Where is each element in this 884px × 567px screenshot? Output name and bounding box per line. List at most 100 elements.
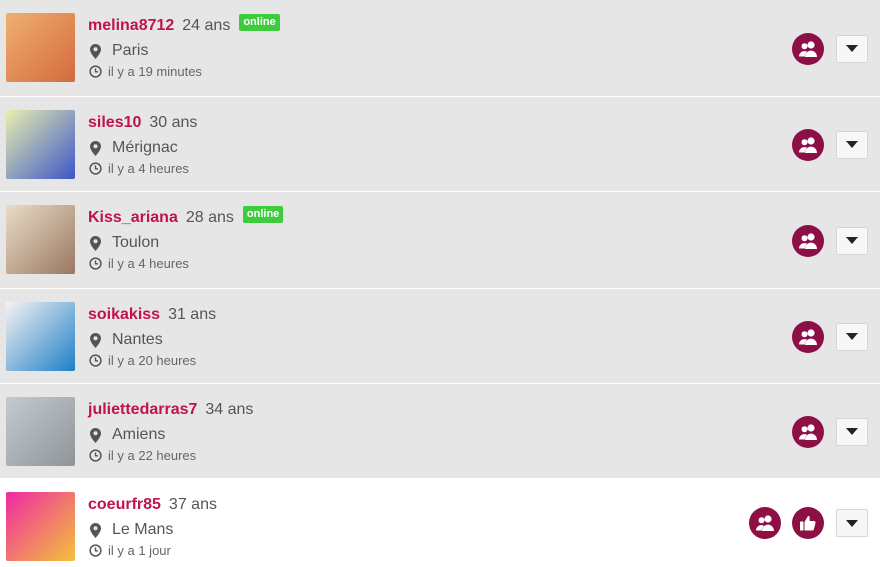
add-friend-button[interactable] bbox=[792, 415, 824, 448]
add-friend-button[interactable] bbox=[792, 128, 824, 161]
caret-down-icon bbox=[846, 45, 858, 52]
users-icon bbox=[798, 40, 818, 58]
member-age: 24 ans bbox=[182, 17, 231, 34]
member-location: Amiens bbox=[88, 424, 253, 446]
member-last-seen: il y a 4 heures bbox=[88, 254, 283, 272]
member-header: Kiss_ariana 28 ans online bbox=[88, 205, 284, 230]
member-last-seen: il y a 1 jour bbox=[88, 541, 217, 559]
caret-down-icon bbox=[846, 428, 858, 435]
member-city: Le Mans bbox=[112, 521, 174, 538]
member-avatar[interactable] bbox=[6, 205, 75, 274]
last-seen-text: il y a 4 heures bbox=[108, 255, 189, 271]
last-seen-text: il y a 20 heures bbox=[108, 352, 197, 368]
member-list: melina8712 24 ans online Paris il y a 19 min… bbox=[0, 0, 884, 567]
member-location: Toulon bbox=[88, 232, 283, 254]
users-icon bbox=[798, 423, 818, 441]
member-row[interactable]: soikakiss 31 ans Nantes il y a 20 heures bbox=[0, 289, 880, 384]
users-icon bbox=[798, 328, 818, 346]
username-link[interactable]: soikakiss bbox=[88, 306, 160, 324]
member-last-seen: il y a 22 heures bbox=[88, 446, 253, 464]
last-seen-text: il y a 19 minutes bbox=[108, 63, 202, 79]
last-seen-text: il y a 4 heures bbox=[108, 160, 189, 176]
member-menu-button[interactable] bbox=[836, 130, 868, 159]
caret-down-icon bbox=[846, 141, 858, 148]
thumbs-up-icon bbox=[799, 514, 817, 532]
member-info: siles10 30 ans Mérignac il y a 4 heures bbox=[88, 111, 197, 177]
member-city: Amiens bbox=[112, 426, 166, 443]
last-seen-text: il y a 22 heures bbox=[108, 447, 197, 463]
caret-down-icon bbox=[846, 237, 858, 244]
member-last-seen: il y a 4 heures bbox=[88, 159, 197, 177]
clock-icon bbox=[88, 64, 102, 78]
map-pin-icon bbox=[88, 140, 102, 156]
add-friend-button[interactable] bbox=[792, 224, 824, 257]
member-menu-button[interactable] bbox=[836, 322, 868, 351]
clock-icon bbox=[88, 448, 102, 462]
member-last-seen: il y a 19 minutes bbox=[88, 62, 280, 80]
username-link[interactable]: siles10 bbox=[88, 114, 141, 132]
member-info: soikakiss 31 ans Nantes il y a 20 heures bbox=[88, 303, 216, 369]
like-button[interactable] bbox=[792, 507, 824, 539]
caret-down-icon bbox=[846, 519, 858, 527]
online-badge: online bbox=[242, 205, 284, 223]
member-location: Nantes bbox=[88, 329, 216, 351]
member-info: juliettedarras7 34 ans Amiens il y a 22 heu… bbox=[88, 398, 253, 464]
member-avatar[interactable] bbox=[6, 13, 75, 82]
member-row[interactable]: juliettedarras7 34 ans Amiens il y a 22 heu… bbox=[0, 384, 880, 479]
member-city: Toulon bbox=[112, 234, 160, 251]
online-badge: online bbox=[239, 13, 280, 31]
member-menu-button[interactable] bbox=[836, 34, 868, 63]
map-pin-icon bbox=[88, 427, 102, 443]
clock-icon bbox=[88, 161, 102, 175]
member-menu-button[interactable] bbox=[836, 417, 868, 446]
member-menu-button[interactable] bbox=[836, 226, 868, 255]
member-menu-button[interactable] bbox=[836, 509, 868, 537]
clock-icon bbox=[88, 353, 102, 367]
map-pin-icon bbox=[88, 522, 102, 538]
username-link[interactable]: coeurfr85 bbox=[88, 496, 161, 514]
caret-down-icon bbox=[846, 333, 858, 340]
member-info: coeurfr85 37 ans Le Mans il y a 1 jour bbox=[88, 493, 217, 559]
users-icon bbox=[798, 136, 818, 154]
member-city: Mérignac bbox=[112, 139, 178, 156]
clock-icon bbox=[88, 543, 102, 557]
member-age: 31 ans bbox=[168, 306, 217, 323]
member-info: Kiss_ariana 28 ans online Toulon il y a 4 he… bbox=[88, 205, 284, 272]
member-last-seen: il y a 20 heures bbox=[88, 351, 216, 369]
member-header: siles10 30 ans bbox=[88, 111, 197, 135]
member-age: 37 ans bbox=[168, 496, 217, 513]
map-pin-icon bbox=[88, 43, 102, 59]
username-link[interactable]: juliettedarras7 bbox=[88, 401, 197, 419]
users-icon bbox=[798, 232, 818, 250]
member-age: 34 ans bbox=[205, 401, 254, 418]
member-city: Nantes bbox=[112, 331, 163, 348]
member-header: juliettedarras7 34 ans bbox=[88, 398, 253, 422]
users-icon bbox=[755, 514, 775, 532]
member-header: coeurfr85 37 ans bbox=[88, 493, 217, 517]
member-header: soikakiss 31 ans bbox=[88, 303, 216, 327]
member-info: melina8712 24 ans online Paris il y a 19 min… bbox=[88, 13, 280, 80]
map-pin-icon bbox=[88, 332, 102, 348]
member-location: Le Mans bbox=[88, 519, 217, 541]
username-link[interactable]: Kiss_ariana bbox=[88, 209, 178, 227]
last-seen-text: il y a 1 jour bbox=[108, 542, 171, 558]
member-age: 28 ans bbox=[185, 209, 234, 226]
add-friend-button[interactable] bbox=[792, 32, 824, 65]
member-location: Paris bbox=[88, 40, 280, 62]
member-row[interactable]: coeurfr85 37 ans Le Mans il y a 1 jour bbox=[0, 479, 880, 567]
member-avatar[interactable] bbox=[6, 110, 75, 179]
add-friend-button[interactable] bbox=[749, 507, 781, 539]
member-location: Mérignac bbox=[88, 137, 197, 159]
add-friend-button[interactable] bbox=[792, 320, 824, 353]
member-avatar[interactable] bbox=[6, 302, 75, 371]
member-avatar[interactable] bbox=[6, 492, 75, 561]
member-row[interactable]: siles10 30 ans Mérignac il y a 4 heures bbox=[0, 97, 880, 192]
member-avatar[interactable] bbox=[6, 397, 75, 466]
member-age: 30 ans bbox=[149, 114, 198, 131]
map-pin-icon bbox=[88, 235, 102, 251]
member-row[interactable]: Kiss_ariana 28 ans online Toulon il y a 4 he… bbox=[0, 192, 880, 289]
member-row[interactable]: melina8712 24 ans online Paris il y a 19 min… bbox=[0, 0, 880, 97]
username-link[interactable]: melina8712 bbox=[88, 17, 174, 35]
clock-icon bbox=[88, 256, 102, 270]
member-header: melina8712 24 ans online bbox=[88, 13, 280, 38]
